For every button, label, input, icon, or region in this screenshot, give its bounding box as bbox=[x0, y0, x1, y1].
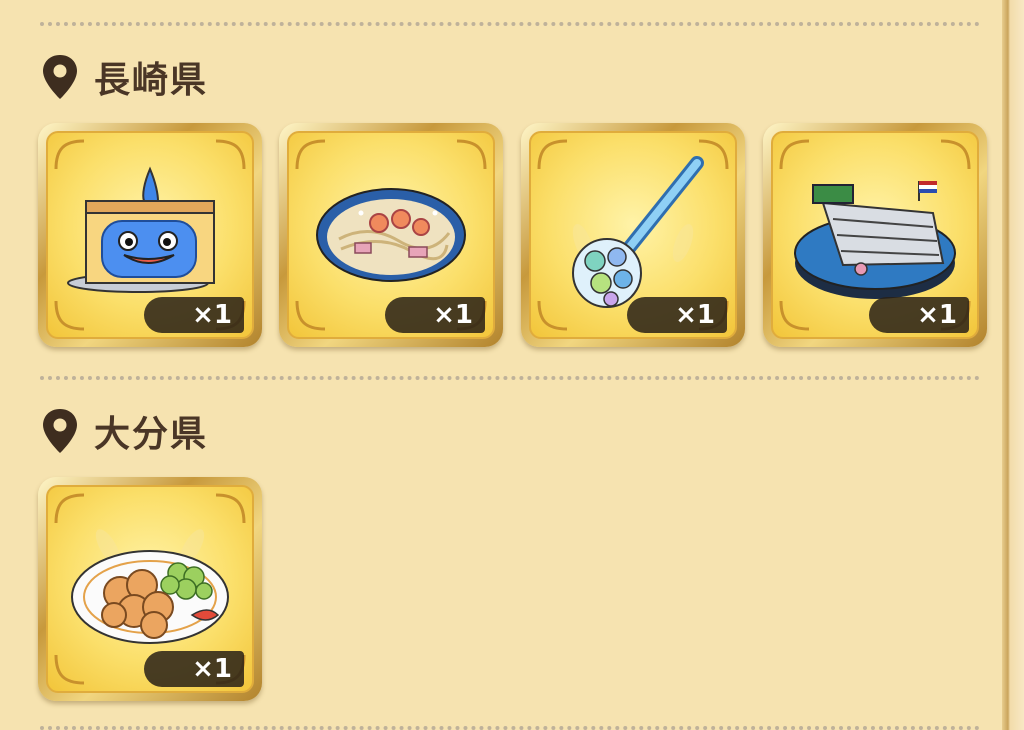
quantity-badge: ×1 bbox=[627, 297, 727, 333]
region-header-oita: 大分県 bbox=[40, 406, 208, 456]
harbor-diorama-icon bbox=[794, 181, 956, 299]
region-name: 長崎県 bbox=[94, 60, 209, 101]
item-slot[interactable]: ×1 bbox=[521, 123, 745, 347]
divider bbox=[40, 22, 980, 26]
souvenir-panel: 長崎県 ×1 ×1 ×1 ×1 大分県 ×1 bbox=[0, 0, 1002, 730]
quantity-badge: ×1 bbox=[144, 297, 244, 333]
location-pin-icon bbox=[43, 55, 77, 99]
quantity-badge: ×1 bbox=[869, 297, 969, 333]
location-pin-icon bbox=[43, 409, 77, 453]
item-slot[interactable]: ×1 bbox=[763, 123, 987, 347]
item-slot[interactable]: ×1 bbox=[38, 477, 262, 701]
quantity-badge: ×1 bbox=[144, 651, 244, 687]
fried-chicken-plate-icon bbox=[71, 550, 229, 644]
panel-border bbox=[1002, 0, 1024, 730]
glass-poppen-icon bbox=[572, 156, 704, 308]
region-name: 大分県 bbox=[94, 414, 209, 455]
slime-castella-cake-icon bbox=[67, 166, 215, 293]
item-slot[interactable]: ×1 bbox=[38, 123, 262, 347]
champon-noodle-bowl-icon bbox=[316, 188, 466, 282]
region-header-nagasaki: 長崎県 bbox=[40, 52, 208, 102]
divider bbox=[40, 376, 980, 380]
item-slot[interactable]: ×1 bbox=[279, 123, 503, 347]
divider bbox=[40, 726, 980, 730]
quantity-badge: ×1 bbox=[385, 297, 485, 333]
